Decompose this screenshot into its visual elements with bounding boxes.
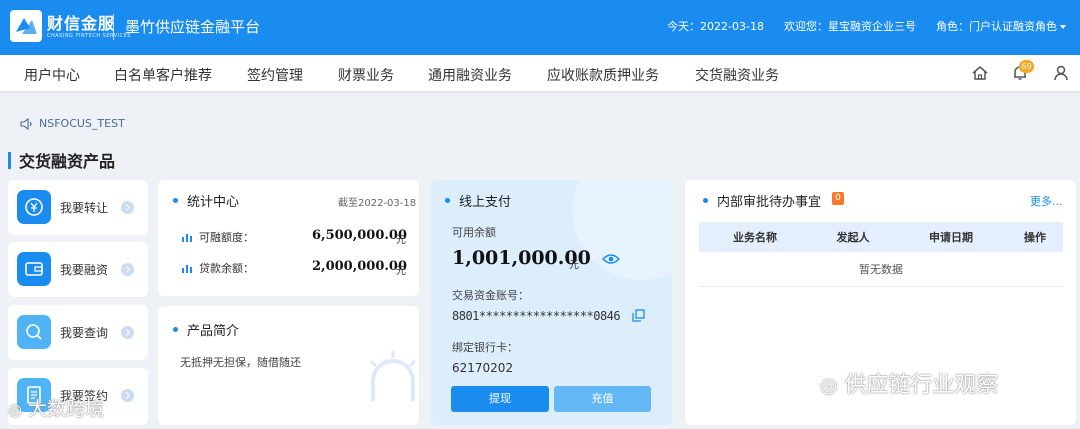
- wallet-icon: [17, 252, 51, 286]
- withdraw-button[interactable]: 提现: [451, 386, 549, 412]
- stat-row: 可融额度：: [181, 229, 254, 245]
- product-desc: 无抵押无担保，随借随还: [180, 356, 301, 369]
- wechat-icon: ◎: [820, 373, 838, 397]
- column-header: 发起人: [811, 222, 895, 252]
- platform-title: 墨竹供应链金融平台: [125, 18, 261, 36]
- stat-unit: 元: [396, 235, 406, 246]
- stat-label: 可融额度：: [199, 231, 254, 244]
- chevron-down-icon: [1060, 25, 1066, 29]
- stats-title: 统计中心: [173, 191, 239, 210]
- wechat-icon: ◎: [8, 400, 22, 419]
- stat-unit: 元: [396, 266, 406, 277]
- table-header-row: 业务名称 发起人 申请日期 操作: [699, 222, 1063, 252]
- quick-action-label: 我要融资: [60, 263, 109, 277]
- section-accent-bar: [8, 151, 11, 169]
- bar-chart-icon: [182, 265, 192, 273]
- todo-title-text: 内部审批待办事宜: [717, 195, 822, 210]
- payment-title: 线上支付: [445, 191, 511, 210]
- column-header: 申请日期: [895, 222, 1007, 252]
- section-header: 交货融资产品: [8, 150, 116, 171]
- quick-action-query[interactable]: 我要查询: [8, 305, 148, 360]
- bank-card: 62170202: [452, 361, 514, 375]
- quick-action-transfer[interactable]: 我要转让: [8, 180, 148, 235]
- nav-item-general-finance[interactable]: 通用融资业务: [428, 65, 512, 85]
- chevron-right-icon: [121, 389, 134, 402]
- search-icon: [17, 315, 51, 349]
- date-text: 今天：2022-03-18: [667, 20, 764, 33]
- role-text: 角色：门户认证融资角色: [936, 20, 1057, 33]
- chevron-right-icon: [121, 201, 134, 214]
- balance-unit: 元: [569, 260, 579, 271]
- welcome-text: 欢迎您：星宝融资企业三号: [784, 20, 916, 33]
- stat-value: 2,000,000.00: [312, 259, 407, 274]
- account-number: 8801*****************0846: [452, 309, 621, 323]
- todo-count-badge: 0: [832, 192, 844, 205]
- account-label: 交易资金账号：: [452, 289, 529, 302]
- nav-item-user-center[interactable]: 用户中心: [24, 65, 80, 85]
- product-illustration-icon: [369, 351, 417, 401]
- home-icon[interactable]: [971, 64, 989, 82]
- quick-action-finance[interactable]: 我要融资: [8, 242, 148, 297]
- stat-label: 贷款余额：: [199, 262, 254, 275]
- announcement-text: NSFOCUS_TEST: [39, 117, 125, 130]
- chevron-right-icon: [121, 326, 134, 339]
- speaker-icon: [20, 117, 32, 130]
- watermark-left-text: 大数跨境: [28, 398, 105, 420]
- announcement[interactable]: NSFOCUS_TEST: [20, 117, 125, 130]
- watermark-right-text: 供应链行业观察: [844, 373, 999, 398]
- brand-divider: [113, 14, 114, 40]
- stats-as-of: 截至2022-03-18: [338, 198, 417, 209]
- bullet-dot: [445, 198, 450, 203]
- brand-subtitle: CHASING FINTECH SERVICES: [47, 33, 131, 39]
- payment-title-text: 线上支付: [459, 195, 512, 210]
- role-selector[interactable]: 角色：门户认证融资角色: [936, 18, 1066, 34]
- todo-table: 业务名称 发起人 申请日期 操作 暂无数据: [699, 222, 1063, 287]
- stat-row: 贷款余额：: [181, 260, 254, 276]
- section-title: 交货融资产品: [19, 152, 116, 171]
- nav-item-contract[interactable]: 签约管理: [247, 65, 303, 85]
- quick-action-label: 我要转让: [60, 201, 109, 215]
- top-header: 财信金服 CHASING FINTECH SERVICES 墨竹供应链金融平台 …: [0, 0, 1080, 55]
- stats-title-text: 统计中心: [187, 195, 240, 210]
- bar-chart-icon: [182, 234, 192, 242]
- balance-label: 可用余额: [452, 226, 496, 239]
- eye-icon[interactable]: [602, 253, 620, 265]
- header-info: 今天：2022-03-18 欢迎您：星宝融资企业三号 角色：门户认证融资角色: [667, 18, 1066, 34]
- watermark-left: ◎ 大数跨境: [8, 394, 104, 421]
- column-header: 业务名称: [699, 222, 811, 252]
- chevron-right-icon: [121, 263, 134, 276]
- product-title: 产品简介: [173, 320, 239, 339]
- transfer-icon: [17, 190, 51, 224]
- nav-item-whitelist[interactable]: 白名单客户推荐: [114, 65, 212, 85]
- product-title-text: 产品简介: [187, 324, 240, 339]
- main-nav: 用户中心 白名单客户推荐 签约管理 财票业务 通用融资业务 应收账款质押业务 交…: [0, 55, 1080, 92]
- more-link[interactable]: 更多...: [1030, 193, 1063, 209]
- bullet-dot: [173, 327, 178, 332]
- user-icon[interactable]: [1052, 64, 1070, 82]
- stat-value: 6,500,000.00: [312, 228, 407, 243]
- quick-action-label: 我要查询: [60, 326, 109, 340]
- todo-title: 内部审批待办事宜: [703, 191, 821, 210]
- brand-name: 财信金服: [47, 14, 116, 33]
- bullet-dot: [703, 198, 708, 203]
- notification-badge: 69: [1019, 60, 1034, 73]
- table-row: 暂无数据: [699, 252, 1063, 287]
- column-header: 操作: [1007, 222, 1063, 252]
- watermark-right: ◎ 供应链行业观察: [820, 367, 998, 399]
- recharge-button[interactable]: 充值: [554, 386, 651, 412]
- brand-logo-icon: [10, 10, 42, 42]
- copy-icon[interactable]: [632, 309, 645, 322]
- empty-message: 暂无数据: [699, 252, 1063, 287]
- nav-item-bill[interactable]: 财票业务: [338, 65, 394, 85]
- nav-item-delivery-finance[interactable]: 交货融资业务: [695, 65, 779, 85]
- bank-label: 绑定银行卡：: [452, 341, 518, 354]
- nav-item-receivable-pledge[interactable]: 应收账款质押业务: [547, 65, 659, 85]
- bullet-dot: [173, 198, 178, 203]
